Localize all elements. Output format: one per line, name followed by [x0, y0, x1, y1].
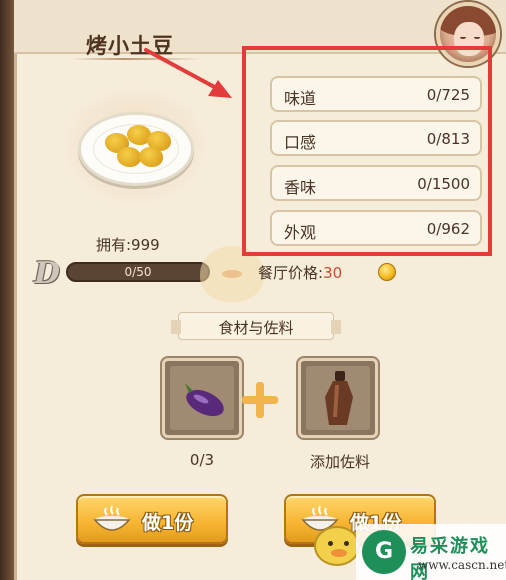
watermark-title: 易采游戏网 — [410, 536, 490, 580]
eggplant-icon — [185, 383, 224, 417]
plus-icon — [242, 382, 278, 418]
section-title: 食材与佐料 — [218, 319, 294, 337]
seasoning-bottle-icon — [325, 371, 353, 425]
add-seasoning-label: 添加佐料 — [309, 453, 370, 471]
stat-label: 味道 — [284, 89, 317, 108]
stat-taste: 味道 0/725 — [270, 76, 482, 112]
price-label: 餐厅价格: — [258, 264, 324, 282]
avatar-eye — [460, 36, 466, 39]
ingredient-count: 0/3 — [189, 451, 215, 469]
stat-label: 口感 — [284, 133, 317, 152]
rank-badge: D — [34, 256, 61, 291]
stat-value: 0/725 — [426, 86, 470, 104]
stat-label: 香味 — [284, 178, 317, 197]
progress-text: 0/50 — [124, 265, 152, 279]
ingredient-slot[interactable] — [162, 358, 242, 438]
coin-icon — [378, 263, 396, 281]
restaurant-price: 餐厅价格:30 — [258, 262, 342, 283]
mastery-progress-bar: 0/50 — [66, 262, 210, 282]
duck-eye — [344, 541, 349, 546]
duck-beak — [331, 549, 347, 557]
duck-eye — [328, 541, 333, 546]
bowl-icon — [93, 505, 131, 531]
make-one-button[interactable]: 做1份 — [76, 494, 228, 544]
price-value: 30 — [323, 264, 343, 282]
stat-value: 0/813 — [426, 130, 470, 148]
stat-value: 0/962 — [426, 220, 470, 238]
mascot-beak — [222, 270, 242, 278]
potato-dish-icon — [78, 112, 194, 186]
duck-mascot — [314, 526, 360, 566]
owned-count: 拥有:999 — [96, 236, 160, 254]
stat-texture: 口感 0/813 — [270, 120, 482, 156]
make-one-label: 做1份 — [142, 512, 194, 534]
watermark-logo-icon: G — [362, 530, 406, 574]
stat-aroma: 香味 0/1500 — [270, 165, 482, 201]
stat-value: 0/1500 — [417, 175, 470, 193]
ingredients-section-header: 食材与佐料 — [171, 312, 341, 340]
potato-piece — [117, 147, 141, 167]
site-watermark: G 易采游戏网 www.cascn.net — [356, 524, 506, 580]
stat-appearance: 外观 0/962 — [270, 210, 482, 246]
watermark-logo-mark: G — [374, 539, 394, 564]
stat-label: 外观 — [284, 223, 317, 242]
watermark-url: www.cascn.net — [418, 558, 506, 572]
seasoning-slot[interactable] — [298, 358, 378, 438]
potato-piece — [139, 147, 163, 167]
avatar-eye — [474, 36, 480, 39]
